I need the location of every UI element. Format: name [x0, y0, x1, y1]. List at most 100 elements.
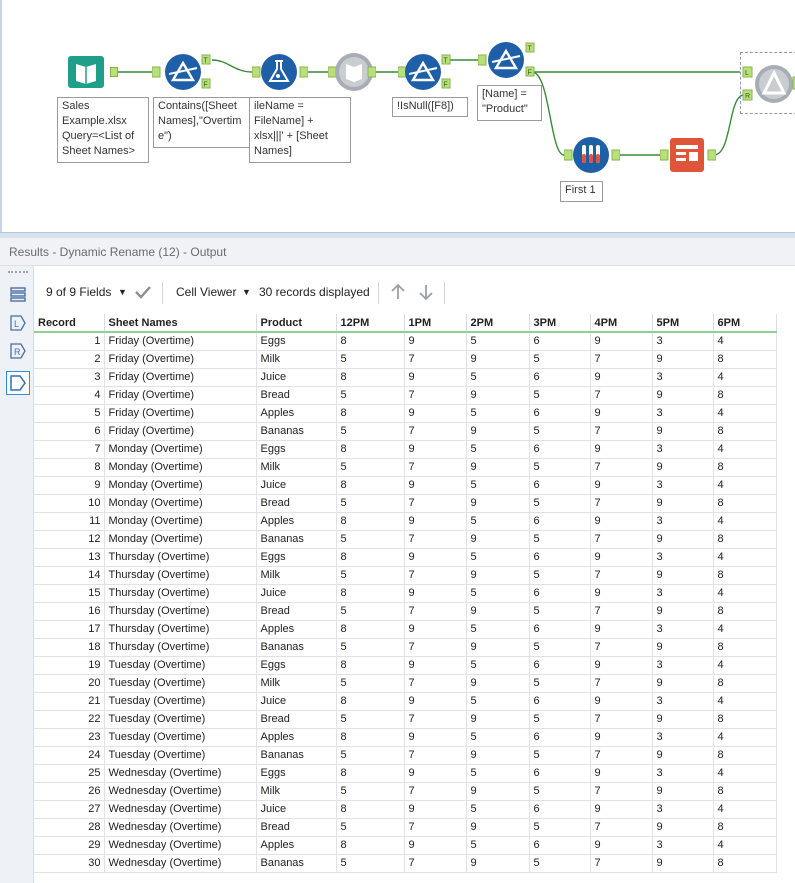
- table-cell[interactable]: Monday (Overtime): [104, 494, 257, 513]
- record-number-cell[interactable]: 25: [34, 764, 105, 783]
- filter-tool-3[interactable]: T F: [477, 40, 538, 80]
- table-cell[interactable]: Tuesday (Overtime): [104, 674, 257, 693]
- table-cell[interactable]: 3: [652, 584, 714, 603]
- table-row[interactable]: 28 Wednesday (Overtime) Bread 5 7 9 5 7 9 8: [34, 818, 777, 837]
- table-cell[interactable]: 9: [404, 836, 467, 855]
- table-cell[interactable]: 7: [404, 530, 467, 549]
- table-cell[interactable]: Bananas: [256, 746, 337, 765]
- table-cell[interactable]: 3: [652, 368, 714, 387]
- table-cell[interactable]: 5: [529, 782, 591, 801]
- table-cell[interactable]: 8: [336, 368, 405, 387]
- record-number-cell[interactable]: 11: [34, 512, 105, 531]
- table-cell[interactable]: 4: [713, 368, 777, 387]
- table-cell[interactable]: 4: [713, 764, 777, 783]
- table-cell[interactable]: 9: [652, 566, 714, 585]
- table-cell[interactable]: 4: [713, 728, 777, 747]
- crosstab-tool[interactable]: [659, 136, 717, 174]
- table-cell[interactable]: Apples: [256, 620, 337, 639]
- table-cell[interactable]: Friday (Overtime): [104, 350, 257, 369]
- cell-viewer-caret-icon[interactable]: ▼: [242, 287, 251, 297]
- table-cell[interactable]: 9: [404, 332, 467, 351]
- table-cell[interactable]: 9: [404, 620, 467, 639]
- table-cell[interactable]: 7: [404, 422, 467, 441]
- table-cell[interactable]: 9: [590, 584, 653, 603]
- table-cell[interactable]: 6: [529, 476, 591, 495]
- table-cell[interactable]: 9: [590, 656, 653, 675]
- table-cell[interactable]: 8: [713, 530, 777, 549]
- table-cell[interactable]: 9: [466, 710, 530, 729]
- table-cell[interactable]: 3: [652, 656, 714, 675]
- table-cell[interactable]: 5: [336, 566, 405, 585]
- table-cell[interactable]: 7: [404, 350, 467, 369]
- table-cell[interactable]: Wednesday (Overtime): [104, 854, 257, 873]
- table-cell[interactable]: 5: [529, 350, 591, 369]
- table-cell[interactable]: 5: [529, 746, 591, 765]
- table-row[interactable]: 11 Monday (Overtime) Apples 8 9 5 6 9 3 4: [34, 512, 777, 531]
- table-cell[interactable]: 8: [713, 638, 777, 657]
- table-cell[interactable]: 9: [652, 674, 714, 693]
- record-number-cell[interactable]: 30: [34, 854, 105, 873]
- table-cell[interactable]: 9: [652, 782, 714, 801]
- table-cell[interactable]: Bread: [256, 602, 337, 621]
- table-cell[interactable]: 8: [336, 332, 405, 351]
- table-cell[interactable]: 8: [336, 404, 405, 423]
- table-cell[interactable]: 5: [466, 404, 530, 423]
- table-cell[interactable]: 8: [713, 350, 777, 369]
- table-cell[interactable]: 8: [713, 710, 777, 729]
- table-cell[interactable]: 5: [529, 422, 591, 441]
- table-cell[interactable]: 6: [529, 656, 591, 675]
- table-cell[interactable]: Thursday (Overtime): [104, 638, 257, 657]
- table-cell[interactable]: Eggs: [256, 440, 337, 459]
- table-cell[interactable]: 9: [590, 476, 653, 495]
- record-number-cell[interactable]: 5: [34, 404, 105, 423]
- table-cell[interactable]: 8: [336, 476, 405, 495]
- table-cell[interactable]: 9: [466, 350, 530, 369]
- table-cell[interactable]: 9: [466, 566, 530, 585]
- column-header[interactable]: 6PM: [713, 314, 777, 333]
- table-cell[interactable]: 6: [529, 692, 591, 711]
- table-cell[interactable]: 9: [652, 530, 714, 549]
- table-cell[interactable]: 5: [336, 818, 405, 837]
- table-cell[interactable]: 9: [590, 728, 653, 747]
- table-cell[interactable]: 9: [404, 764, 467, 783]
- table-row[interactable]: 14 Thursday (Overtime) Milk 5 7 9 5 7 9 8: [34, 566, 777, 585]
- table-cell[interactable]: 3: [652, 548, 714, 567]
- table-cell[interactable]: 5: [466, 332, 530, 351]
- table-cell[interactable]: 4: [713, 800, 777, 819]
- table-cell[interactable]: 5: [466, 728, 530, 747]
- table-cell[interactable]: 9: [404, 404, 467, 423]
- table-cell[interactable]: 6: [529, 836, 591, 855]
- record-number-cell[interactable]: 3: [34, 368, 105, 387]
- table-cell[interactable]: 7: [590, 566, 653, 585]
- table-cell[interactable]: Bananas: [256, 638, 337, 657]
- table-cell[interactable]: 7: [590, 674, 653, 693]
- table-cell[interactable]: Wednesday (Overtime): [104, 818, 257, 837]
- table-cell[interactable]: 5: [529, 638, 591, 657]
- table-cell[interactable]: 5: [466, 692, 530, 711]
- column-header[interactable]: 3PM: [529, 314, 591, 333]
- table-cell[interactable]: 9: [404, 692, 467, 711]
- table-cell[interactable]: 5: [466, 620, 530, 639]
- table-cell[interactable]: 7: [404, 494, 467, 513]
- table-cell[interactable]: 6: [529, 548, 591, 567]
- table-cell[interactable]: Eggs: [256, 332, 337, 351]
- record-number-cell[interactable]: 24: [34, 746, 105, 765]
- table-cell[interactable]: Friday (Overtime): [104, 332, 257, 351]
- table-cell[interactable]: 7: [404, 638, 467, 657]
- table-cell[interactable]: 6: [529, 512, 591, 531]
- table-row[interactable]: 23 Tuesday (Overtime) Apples 8 9 5 6 9 3 4: [34, 728, 777, 747]
- table-cell[interactable]: Monday (Overtime): [104, 512, 257, 531]
- table-cell[interactable]: Tuesday (Overtime): [104, 692, 257, 711]
- table-cell[interactable]: Monday (Overtime): [104, 530, 257, 549]
- table-cell[interactable]: 3: [652, 512, 714, 531]
- table-cell[interactable]: 7: [590, 494, 653, 513]
- table-cell[interactable]: 5: [529, 458, 591, 477]
- table-cell[interactable]: 7: [404, 458, 467, 477]
- table-cell[interactable]: 8: [713, 818, 777, 837]
- table-cell[interactable]: 9: [404, 728, 467, 747]
- table-cell[interactable]: 9: [590, 764, 653, 783]
- table-cell[interactable]: 8: [336, 764, 405, 783]
- arrow-up-icon[interactable]: [389, 283, 407, 301]
- sample-tool[interactable]: [563, 135, 621, 175]
- record-number-cell[interactable]: 20: [34, 674, 105, 693]
